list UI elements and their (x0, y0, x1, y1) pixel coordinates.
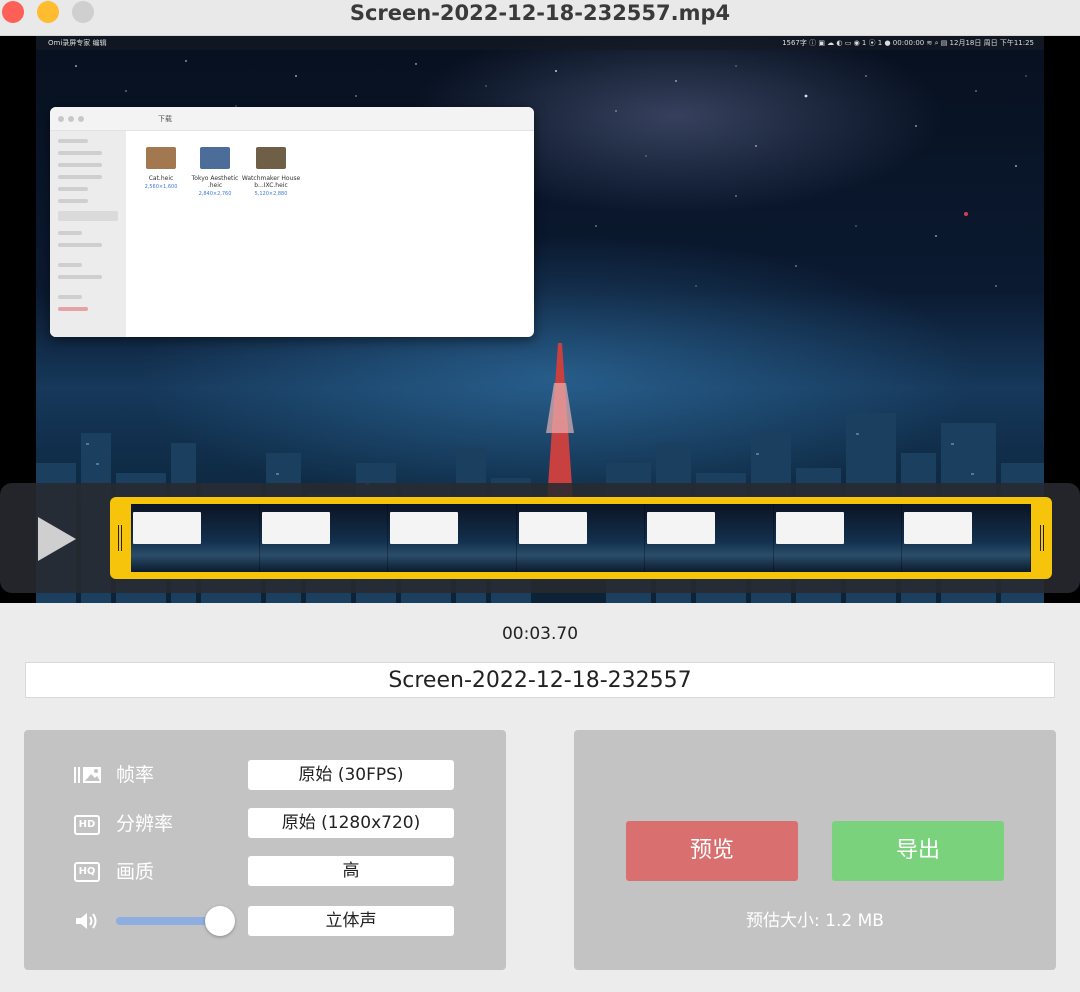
filmstrip-frame (902, 504, 1031, 572)
current-timecode: 00:03.70 (501, 624, 579, 644)
finder-file-item: Watchmaker House b...IXC.heic 5,120×2,88… (240, 147, 302, 197)
filmstrip-frame (516, 504, 646, 572)
finder-file-item: Tokyo Aesthetic .heic 2,840×2,760 (184, 147, 246, 197)
file-dimensions: 5,120×2,880 (254, 191, 288, 197)
resolution-hd-icon: HD (74, 815, 100, 835)
frame-thumbnail-window (261, 512, 330, 544)
export-button[interactable]: 导出 (832, 821, 1004, 881)
quality-select[interactable]: 高 (248, 856, 454, 886)
frame-thumbnail-window (904, 512, 973, 544)
file-thumbnail (256, 147, 286, 169)
filmstrip-frame (773, 504, 903, 572)
trim-range-frame[interactable] (110, 497, 1052, 579)
recorded-menu-bar: Omi录屏专家 编辑 1567字 ⓘ ▣ ☁ ◐ ▭ ◉ 1 ⦿ 1 ● 00:… (36, 36, 1044, 50)
frame-thumbnail-window (518, 512, 587, 544)
filmstrip-frame (131, 504, 260, 572)
framerate-icon (74, 767, 101, 783)
finder-toolbar: 下载 (50, 107, 534, 131)
file-name: Watchmaker House b...IXC.heic (241, 175, 301, 189)
file-thumbnail (200, 147, 230, 169)
file-dimensions: 2,840×2,760 (198, 191, 232, 197)
file-thumbnail (146, 147, 176, 169)
recorded-menu-left: Omi录屏专家 编辑 (48, 39, 107, 47)
filmstrip-frame (259, 504, 389, 572)
file-name: Cat.heic (148, 175, 174, 182)
quality-label: 画质 (116, 861, 155, 883)
finder-file-item: Cat.heic 2,560×1,600 (130, 147, 192, 190)
estimated-size: 预估大小: 1.2 MB (746, 911, 884, 931)
window-title: Screen-2022-12-18-232557.mp4 (349, 1, 731, 25)
resolution-label: 分辨率 (116, 813, 174, 835)
frame-thumbnail-window (775, 512, 844, 544)
playback-bar (0, 483, 1080, 593)
frame-thumbnail-window (647, 512, 716, 544)
file-dimensions: 2,560×1,600 (144, 184, 178, 190)
resolution-select[interactable]: 原始 (1280x720) (248, 808, 454, 838)
finder-close-icon (58, 116, 64, 122)
filmstrip-frame (645, 504, 774, 572)
preview-button[interactable]: 预览 (626, 821, 798, 881)
volume-slider-knob[interactable] (205, 906, 235, 936)
framerate-label: 帧率 (116, 764, 155, 786)
filename-field[interactable]: Screen-2022-12-18-232557 (25, 662, 1055, 698)
finder-title: 下载 (158, 115, 172, 123)
title-bar: Screen-2022-12-18-232557.mp4 (0, 0, 1080, 36)
finder-sidebar (50, 131, 126, 337)
frame-thumbnail-window (390, 512, 459, 544)
action-panel: 预览 导出 预估大小: 1.2 MB (574, 730, 1056, 970)
trim-end-handle[interactable] (1040, 525, 1044, 551)
file-name: Tokyo Aesthetic .heic (191, 175, 239, 189)
filmstrip[interactable] (131, 504, 1031, 572)
finder-zoom-icon (78, 116, 84, 122)
play-button[interactable] (38, 517, 76, 561)
recorded-finder-window: 下载 Cat.heic 2,560×1,600 Tokyo Aesthetic … (50, 107, 534, 337)
audio-channel-select[interactable]: 立体声 (248, 906, 454, 936)
framerate-select[interactable]: 原始 (30FPS) (248, 760, 454, 790)
filmstrip-frame (388, 504, 517, 572)
finder-minimize-icon (68, 116, 74, 122)
export-settings-panel: 帧率 原始 (30FPS) HD 分辨率 原始 (1280x720) HQ 画质… (24, 730, 506, 970)
recorded-menu-right: 1567字 ⓘ ▣ ☁ ◐ ▭ ◉ 1 ⦿ 1 ● 00:00:00 ≋ ⌕ ▤… (782, 39, 1034, 47)
speaker-icon (76, 913, 97, 929)
frame-thumbnail-window (133, 512, 201, 544)
trim-start-handle[interactable] (118, 525, 122, 551)
quality-hq-icon: HQ (74, 862, 100, 882)
